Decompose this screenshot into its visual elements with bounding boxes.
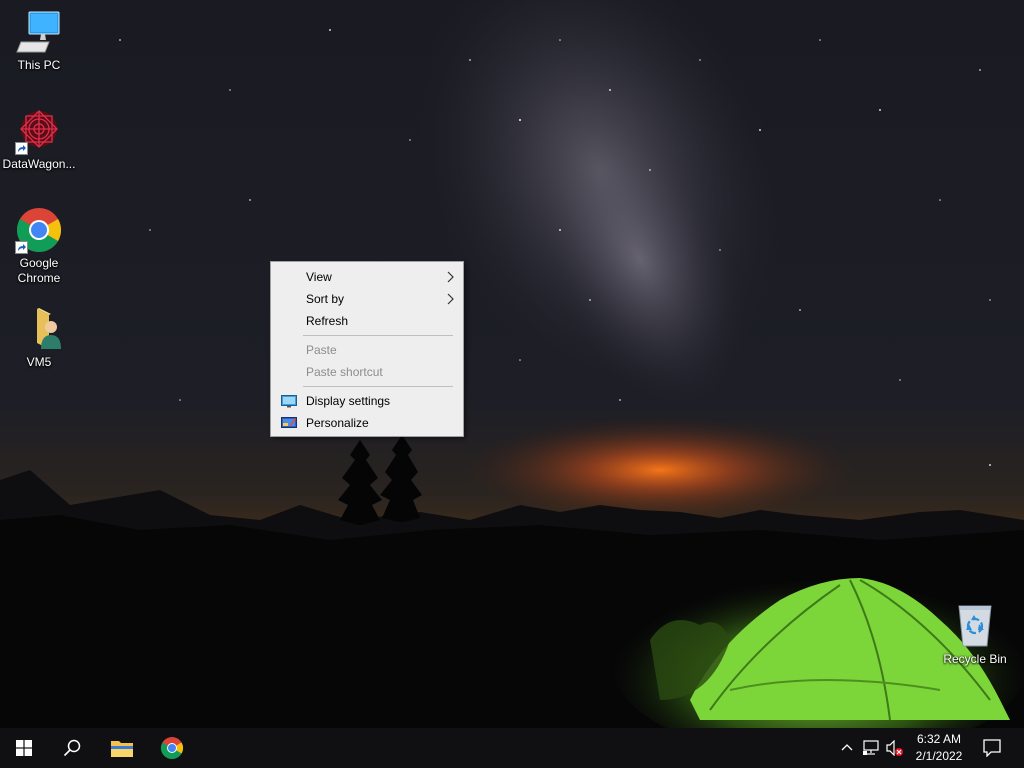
file-explorer-icon (111, 741, 133, 757)
menu-item-refresh[interactable]: Refresh (273, 310, 461, 332)
search-icon (63, 739, 81, 757)
this-pc-icon (15, 8, 63, 56)
file-explorer-button[interactable] (98, 728, 146, 768)
shortcut-arrow-icon (15, 241, 28, 254)
menu-item-paste[interactable]: Paste (273, 339, 461, 361)
personalize-icon (281, 416, 297, 433)
start-icon (16, 740, 32, 756)
menu-separator (303, 335, 453, 336)
menu-item-personalize[interactable]: Personalize (273, 412, 461, 434)
datawagon-icon (15, 107, 63, 155)
chrome-icon (15, 206, 63, 254)
menu-item-label: Display settings (306, 394, 391, 408)
menu-separator (303, 386, 453, 387)
desktop-icon-label: VM5 (26, 355, 52, 369)
search-button[interactable] (48, 728, 96, 768)
desktop-icon-label: DataWagon... (2, 157, 76, 171)
desktop-icon-datawagon[interactable]: DataWagon... (1, 107, 77, 172)
display-settings-icon (281, 394, 297, 411)
show-hidden-icons-chevron[interactable] (839, 740, 855, 756)
desktop-icon-label: Google Chrome (17, 256, 61, 285)
network-icon[interactable] (863, 740, 879, 756)
volume-muted-icon[interactable] (886, 739, 903, 757)
desktop-icon-google-chrome[interactable]: Google Chrome (1, 206, 77, 286)
menu-item-label: Personalize (306, 416, 369, 430)
clock-time: 6:32 AM (916, 732, 962, 746)
menu-item-label: Sort by (306, 292, 345, 306)
recycle-bin-icon (951, 602, 999, 650)
clock-date: 2/1/2022 (915, 749, 963, 763)
menu-item-label: Paste shortcut (306, 365, 383, 379)
chevron-right-icon (447, 271, 454, 286)
menu-item-sort-by[interactable]: Sort by (273, 288, 461, 310)
desktop-context-menu: View Sort by Refresh Paste Paste shortcu… (270, 261, 464, 437)
start-button[interactable] (0, 728, 48, 768)
taskbar-clock[interactable]: 6:32 AM 2/1/2022 (906, 731, 972, 765)
menu-item-display-settings[interactable]: Display settings (273, 390, 461, 412)
desktop-icon-vm5[interactable]: VM5 (1, 305, 77, 370)
chevron-right-icon (447, 293, 454, 308)
desktop[interactable]: This PC DataWagon... Google Chrome VM5 R… (0, 0, 1024, 728)
action-center-icon (983, 739, 1001, 757)
desktop-icon-this-pc[interactable]: This PC (1, 8, 77, 73)
menu-item-label: Paste (306, 343, 337, 357)
desktop-icon-label: Recycle Bin (943, 652, 1007, 666)
user-folder-icon (15, 305, 63, 353)
chrome-taskbar-button[interactable] (148, 728, 196, 768)
shortcut-arrow-icon (15, 142, 28, 155)
menu-item-paste-shortcut[interactable]: Paste shortcut (273, 361, 461, 383)
desktop-icon-label: This PC (17, 58, 61, 72)
menu-item-label: View (306, 270, 332, 284)
menu-item-label: Refresh (306, 314, 349, 328)
chrome-icon (161, 737, 183, 759)
action-center-button[interactable] (978, 728, 1008, 768)
desktop-icon-recycle-bin[interactable]: Recycle Bin (937, 602, 1013, 667)
menu-item-view[interactable]: View (273, 266, 461, 288)
taskbar: 6:32 AM 2/1/2022 (0, 728, 1024, 768)
desktop-wallpaper (0, 0, 1024, 728)
